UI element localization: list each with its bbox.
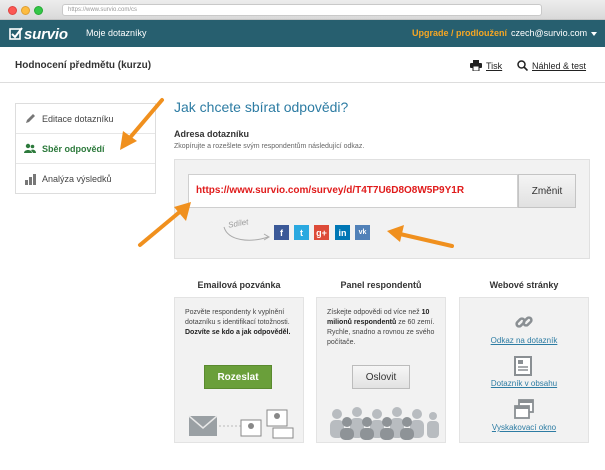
- document-embed-icon: [514, 356, 532, 376]
- sidebar-item-label: Editace dotazníku: [42, 113, 114, 124]
- preview-label: Náhled & test: [532, 60, 587, 71]
- sidebar-item-collect[interactable]: Sběr odpovědí: [16, 134, 155, 164]
- crowd-illustration-icon: [330, 407, 439, 440]
- embedded-survey-option[interactable]: Dotazník v obsahu: [459, 379, 589, 388]
- sidebar-item-analysis[interactable]: Analýza výsledků: [16, 164, 155, 194]
- checkmark-icon: [9, 27, 23, 40]
- respondent-panel-description: Získejte odpovědi od více než 10 milionů…: [327, 308, 439, 348]
- sidebar-item-edit[interactable]: Editace dotazníku: [16, 104, 155, 134]
- survey-url-field[interactable]: https://www.survio.com/survey/d/T4T7U6D8…: [188, 174, 518, 208]
- browser-toolbar: https://www.survio.com/cs: [0, 0, 605, 20]
- twitter-share-button[interactable]: t: [294, 225, 309, 240]
- maximize-window-button[interactable]: [34, 6, 43, 15]
- facebook-share-button[interactable]: f: [274, 225, 289, 240]
- preview-test-button[interactable]: Náhled & test: [517, 60, 586, 71]
- user-menu[interactable]: czech@survio.com: [511, 28, 598, 38]
- email-text: Pozvěte respondenty k vyplnění dotazníku…: [185, 309, 290, 326]
- nav-upgrade[interactable]: Upgrade / prodloužení: [412, 28, 507, 38]
- sidebar-item-label: Sběr odpovědí: [42, 143, 105, 154]
- user-email: czech@survio.com: [511, 28, 588, 38]
- bar-chart-icon: [24, 173, 36, 185]
- survio-logo[interactable]: survio: [9, 25, 68, 43]
- popup-window-option[interactable]: Vyskakovací okno: [459, 423, 589, 432]
- print-label: Tisk: [486, 60, 503, 71]
- google-plus-share-button[interactable]: g+: [314, 225, 329, 240]
- survey-title: Hodnocení předmětu (kurzu): [15, 60, 152, 71]
- panel-text-prefix: Získejte odpovědi od více než: [327, 309, 420, 316]
- respondent-panel-title: Panel respondentů: [340, 280, 422, 290]
- print-button[interactable]: Tisk: [470, 60, 502, 71]
- order-panel-button[interactable]: Oslovit: [352, 365, 410, 389]
- share-arrow-icon: [223, 226, 270, 241]
- link-icon: [515, 316, 533, 328]
- pencil-icon: [24, 113, 36, 125]
- sidebar: Editace dotazníku Sběr odpovědí Analýza …: [15, 103, 156, 194]
- survey-header: Hodnocení předmětu (kurzu) Tisk Náhled &…: [0, 47, 605, 83]
- top-navigation: survio Moje dotazníky Upgrade / prodlouž…: [0, 20, 605, 47]
- popup-window-icon: [514, 399, 534, 419]
- chevron-down-icon: [591, 31, 598, 36]
- email-invite-title: Emailová pozvánka: [197, 280, 281, 290]
- printer-icon: [470, 60, 482, 71]
- address-title: Adresa dotazníku: [174, 129, 250, 139]
- users-icon: [24, 143, 36, 155]
- email-text-bold: Dozvíte se kdo a jak odpověděl.: [185, 329, 291, 336]
- address-subtitle: Zkopírujte a rozešlete svým respondentům…: [174, 143, 365, 150]
- email-invite-description: Pozvěte respondenty k vyplnění dotazníku…: [185, 308, 297, 338]
- address-bar[interactable]: https://www.survio.com/cs: [62, 4, 542, 16]
- linkedin-share-button[interactable]: in: [335, 225, 350, 240]
- minimize-window-button[interactable]: [21, 6, 30, 15]
- email-illustration-icon: [188, 409, 294, 439]
- websites-title: Webové stránky: [489, 280, 559, 290]
- sidebar-item-label: Analýza výsledků: [42, 174, 112, 184]
- vk-share-button[interactable]: vk: [355, 225, 370, 240]
- logo-text: survio: [24, 25, 68, 43]
- page-title: Jak chcete sbírat odpovědi?: [174, 99, 349, 115]
- nav-my-surveys[interactable]: Moje dotazníky: [86, 28, 147, 38]
- send-invites-button[interactable]: Rozeslat: [204, 365, 272, 389]
- close-window-button[interactable]: [8, 6, 17, 15]
- search-icon: [517, 60, 528, 71]
- change-url-button[interactable]: Změnit: [518, 174, 576, 208]
- survey-link-option[interactable]: Odkaz na dotazník: [459, 336, 589, 345]
